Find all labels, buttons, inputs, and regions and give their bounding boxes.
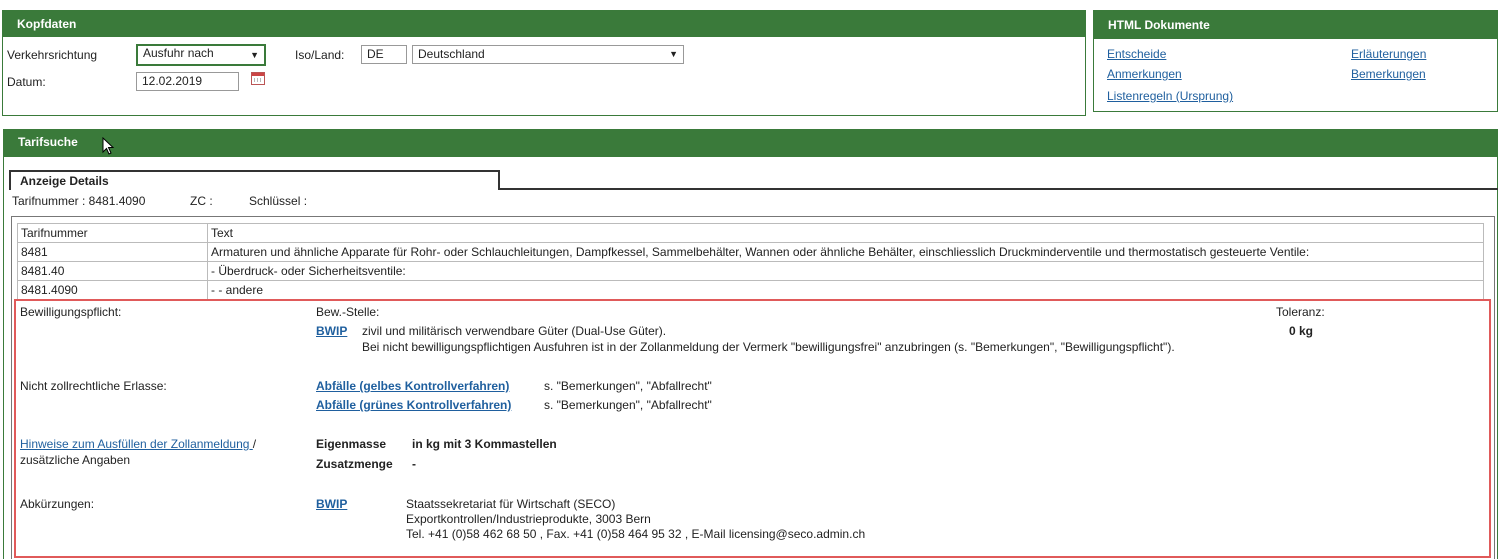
abfaelle-gelb-link[interactable]: Abfälle (gelbes Kontrollverfahren): [316, 379, 509, 393]
abfaelle-gruen-text: s. "Bemerkungen", "Abfallrecht": [544, 398, 712, 412]
hinweise-row: Hinweise zum Ausfüllen der Zollanmeldung…: [20, 437, 256, 451]
toleranz-value: 0 kg: [1289, 324, 1314, 338]
link-listenregeln[interactable]: Listenregeln (Ursprung): [1107, 89, 1233, 103]
iso-label: Iso/Land:: [295, 48, 345, 62]
toleranz-label: Toleranz:: [1276, 305, 1325, 319]
tab-anzeige-details[interactable]: Anzeige Details: [9, 170, 500, 190]
table-cell: Armaturen und ähnliche Apparate für Rohr…: [207, 242, 1484, 262]
land-value: Deutschland: [418, 47, 485, 61]
eigenmasse-value: in kg mit 3 Kommastellen: [412, 437, 557, 451]
verkehrsrichtung-value: Ausfuhr nach: [143, 46, 214, 60]
mouse-cursor-icon: [102, 137, 115, 155]
link-erlaeuterungen[interactable]: Erläuterungen: [1351, 47, 1426, 61]
abk-line-1: Staatssekretariat für Wirtschaft (SECO): [406, 497, 616, 511]
datum-input[interactable]: 12.02.2019: [136, 72, 239, 91]
table-row: 8481.4090 - - andere: [17, 280, 1484, 300]
tab-divider: [499, 188, 1498, 190]
abfaelle-gruen-link[interactable]: Abfälle (grünes Kontrollverfahren): [316, 398, 511, 412]
table-header: Text: [207, 223, 1484, 243]
table-header-row: Tarifnummer Text: [17, 223, 1484, 243]
tarifnummer-label: Tarifnummer : 8481.4090: [12, 194, 146, 208]
verkehrsrichtung-label: Verkehrsrichtung: [7, 48, 98, 62]
datum-label: Datum:: [7, 75, 46, 89]
table-row: 8481.40 - Überdruck- oder Sicherheitsven…: [17, 261, 1484, 281]
html-dokumente-title: HTML Dokumente: [1094, 11, 1497, 39]
table-cell: 8481.40: [17, 261, 208, 281]
calendar-icon[interactable]: [251, 72, 265, 85]
bwip-link[interactable]: BWIP: [316, 324, 347, 338]
erlasse-label: Nicht zollrechtliche Erlasse:: [20, 379, 167, 393]
hinweise-sub: zusätzliche Angaben: [20, 453, 131, 467]
chevron-down-icon: ▼: [250, 50, 259, 60]
bewilligung-label: Bewilligungspflicht:: [20, 305, 122, 319]
link-anmerkungen[interactable]: Anmerkungen: [1107, 67, 1182, 81]
iso-input[interactable]: DE: [361, 45, 407, 64]
chevron-down-icon: ▼: [669, 49, 678, 59]
abkuerzungen-label: Abkürzungen:: [20, 497, 95, 511]
abk-line-3: Tel. +41 (0)58 462 68 50 , Fax. +41 (0)5…: [406, 527, 866, 541]
abk-bwip-link[interactable]: BWIP: [316, 497, 347, 511]
eigenmasse-label: Eigenmasse: [316, 437, 387, 451]
table-row: 8481 Armaturen und ähnliche Apparate für…: [17, 242, 1484, 262]
table-cell: - Überdruck- oder Sicherheitsventile:: [207, 261, 1484, 281]
bewstelle-label: Bew.-Stelle:: [316, 305, 380, 319]
link-bemerkungen[interactable]: Bemerkungen: [1351, 67, 1426, 81]
verkehrsrichtung-select[interactable]: Ausfuhr nach ▼: [136, 44, 266, 66]
zc-label: ZC :: [190, 194, 213, 208]
details-highlight-box: [14, 299, 1491, 558]
abk-line-2: Exportkontrollen/Industrieprodukte, 3003…: [406, 512, 651, 526]
bwip-text-1: zivil und militärisch verwendbare Güter …: [362, 324, 667, 338]
zusatzmenge-value: -: [412, 457, 416, 471]
kopfdaten-title: Kopfdaten: [3, 11, 1085, 37]
hinweise-slash: /: [252, 437, 257, 451]
land-select[interactable]: Deutschland ▼: [412, 45, 684, 64]
schluessel-label: Schlüssel :: [249, 194, 308, 208]
table-cell: 8481.4090: [17, 280, 208, 300]
abfaelle-gelb-text: s. "Bemerkungen", "Abfallrecht": [544, 379, 712, 393]
table-cell: - - andere: [207, 280, 1484, 300]
table-cell: 8481: [17, 242, 208, 262]
table-header: Tarifnummer: [17, 223, 208, 243]
tarif-table: Tarifnummer Text 8481 Armaturen und ähnl…: [17, 223, 1484, 300]
hinweise-link[interactable]: Hinweise zum Ausfüllen der Zollanmeldung: [20, 437, 253, 451]
link-entscheide[interactable]: Entscheide: [1107, 47, 1166, 61]
bwip-text-2: Bei nicht bewilligungspflichtigen Ausfuh…: [362, 340, 1175, 354]
tarifsuche-title: Tarifsuche: [4, 130, 1497, 157]
zusatzmenge-label: Zusatzmenge: [316, 457, 393, 471]
